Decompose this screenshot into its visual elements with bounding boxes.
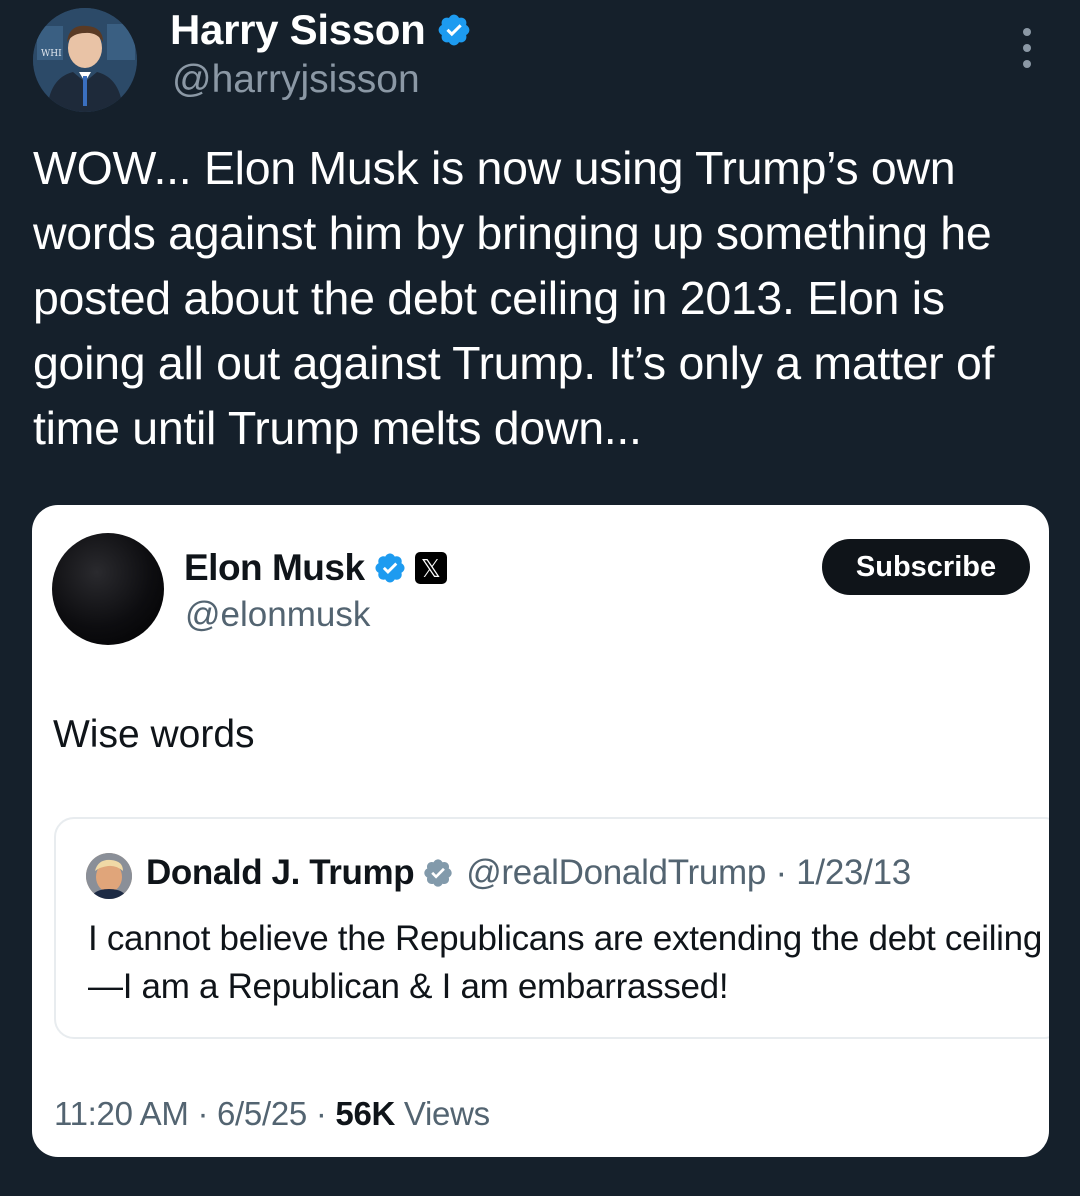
subscribe-button[interactable]: Subscribe: [822, 539, 1030, 595]
embedded-author-name[interactable]: Elon Musk: [184, 547, 365, 589]
more-options-icon[interactable]: [1012, 28, 1042, 68]
author-avatar[interactable]: WHI: [33, 8, 137, 112]
tweet-text: WOW... Elon Musk is now using Trump’s ow…: [33, 142, 995, 454]
verified-badge-icon: [424, 859, 452, 887]
author-handle[interactable]: @harryjsisson: [172, 58, 420, 102]
verified-badge-icon: [375, 553, 405, 583]
views-label: Views: [395, 1095, 490, 1132]
views-count: 56K: [335, 1095, 396, 1132]
avatar-sign-text: WHI: [41, 49, 62, 59]
screenshot: WHI Harry Sisson @harryjsisson WOW... El…: [0, 0, 1080, 1196]
embedded-author-avatar[interactable]: [52, 533, 164, 645]
embedded-tweet-text: Wise words: [53, 713, 255, 756]
embedded-tweet-card[interactable]: Elon Musk 𝕏 @elonmusk Subscribe Wise wor…: [32, 505, 1049, 1157]
embedded-author-handle[interactable]: @elonmusk: [185, 595, 370, 635]
quoted-author-name[interactable]: Donald J. Trump: [146, 853, 415, 893]
quoted-handle-date: @realDonaldTrump · 1/23/13: [466, 853, 911, 892]
quoted-tweet[interactable]: Donald J. Trump @realDonaldTrump · 1/23/…: [54, 817, 1049, 1039]
timestamp[interactable]: 11:20 AM · 6/5/25 ·: [54, 1095, 335, 1132]
embedded-author-name-row: Elon Musk 𝕏: [184, 547, 447, 589]
author-name-row: Harry Sisson: [170, 6, 472, 54]
quoted-author-avatar[interactable]: [86, 853, 132, 899]
quoted-tweet-text: I cannot believe the Republicans are ext…: [88, 919, 1042, 1006]
x-logo-icon: 𝕏: [414, 552, 447, 584]
embedded-tweet-meta: 11:20 AM · 6/5/25 · 56K Views: [54, 1095, 490, 1133]
quoted-header: Donald J. Trump @realDonaldTrump · 1/23/…: [146, 853, 911, 893]
verified-badge-icon: [438, 14, 469, 46]
author-name[interactable]: Harry Sisson: [170, 6, 426, 54]
